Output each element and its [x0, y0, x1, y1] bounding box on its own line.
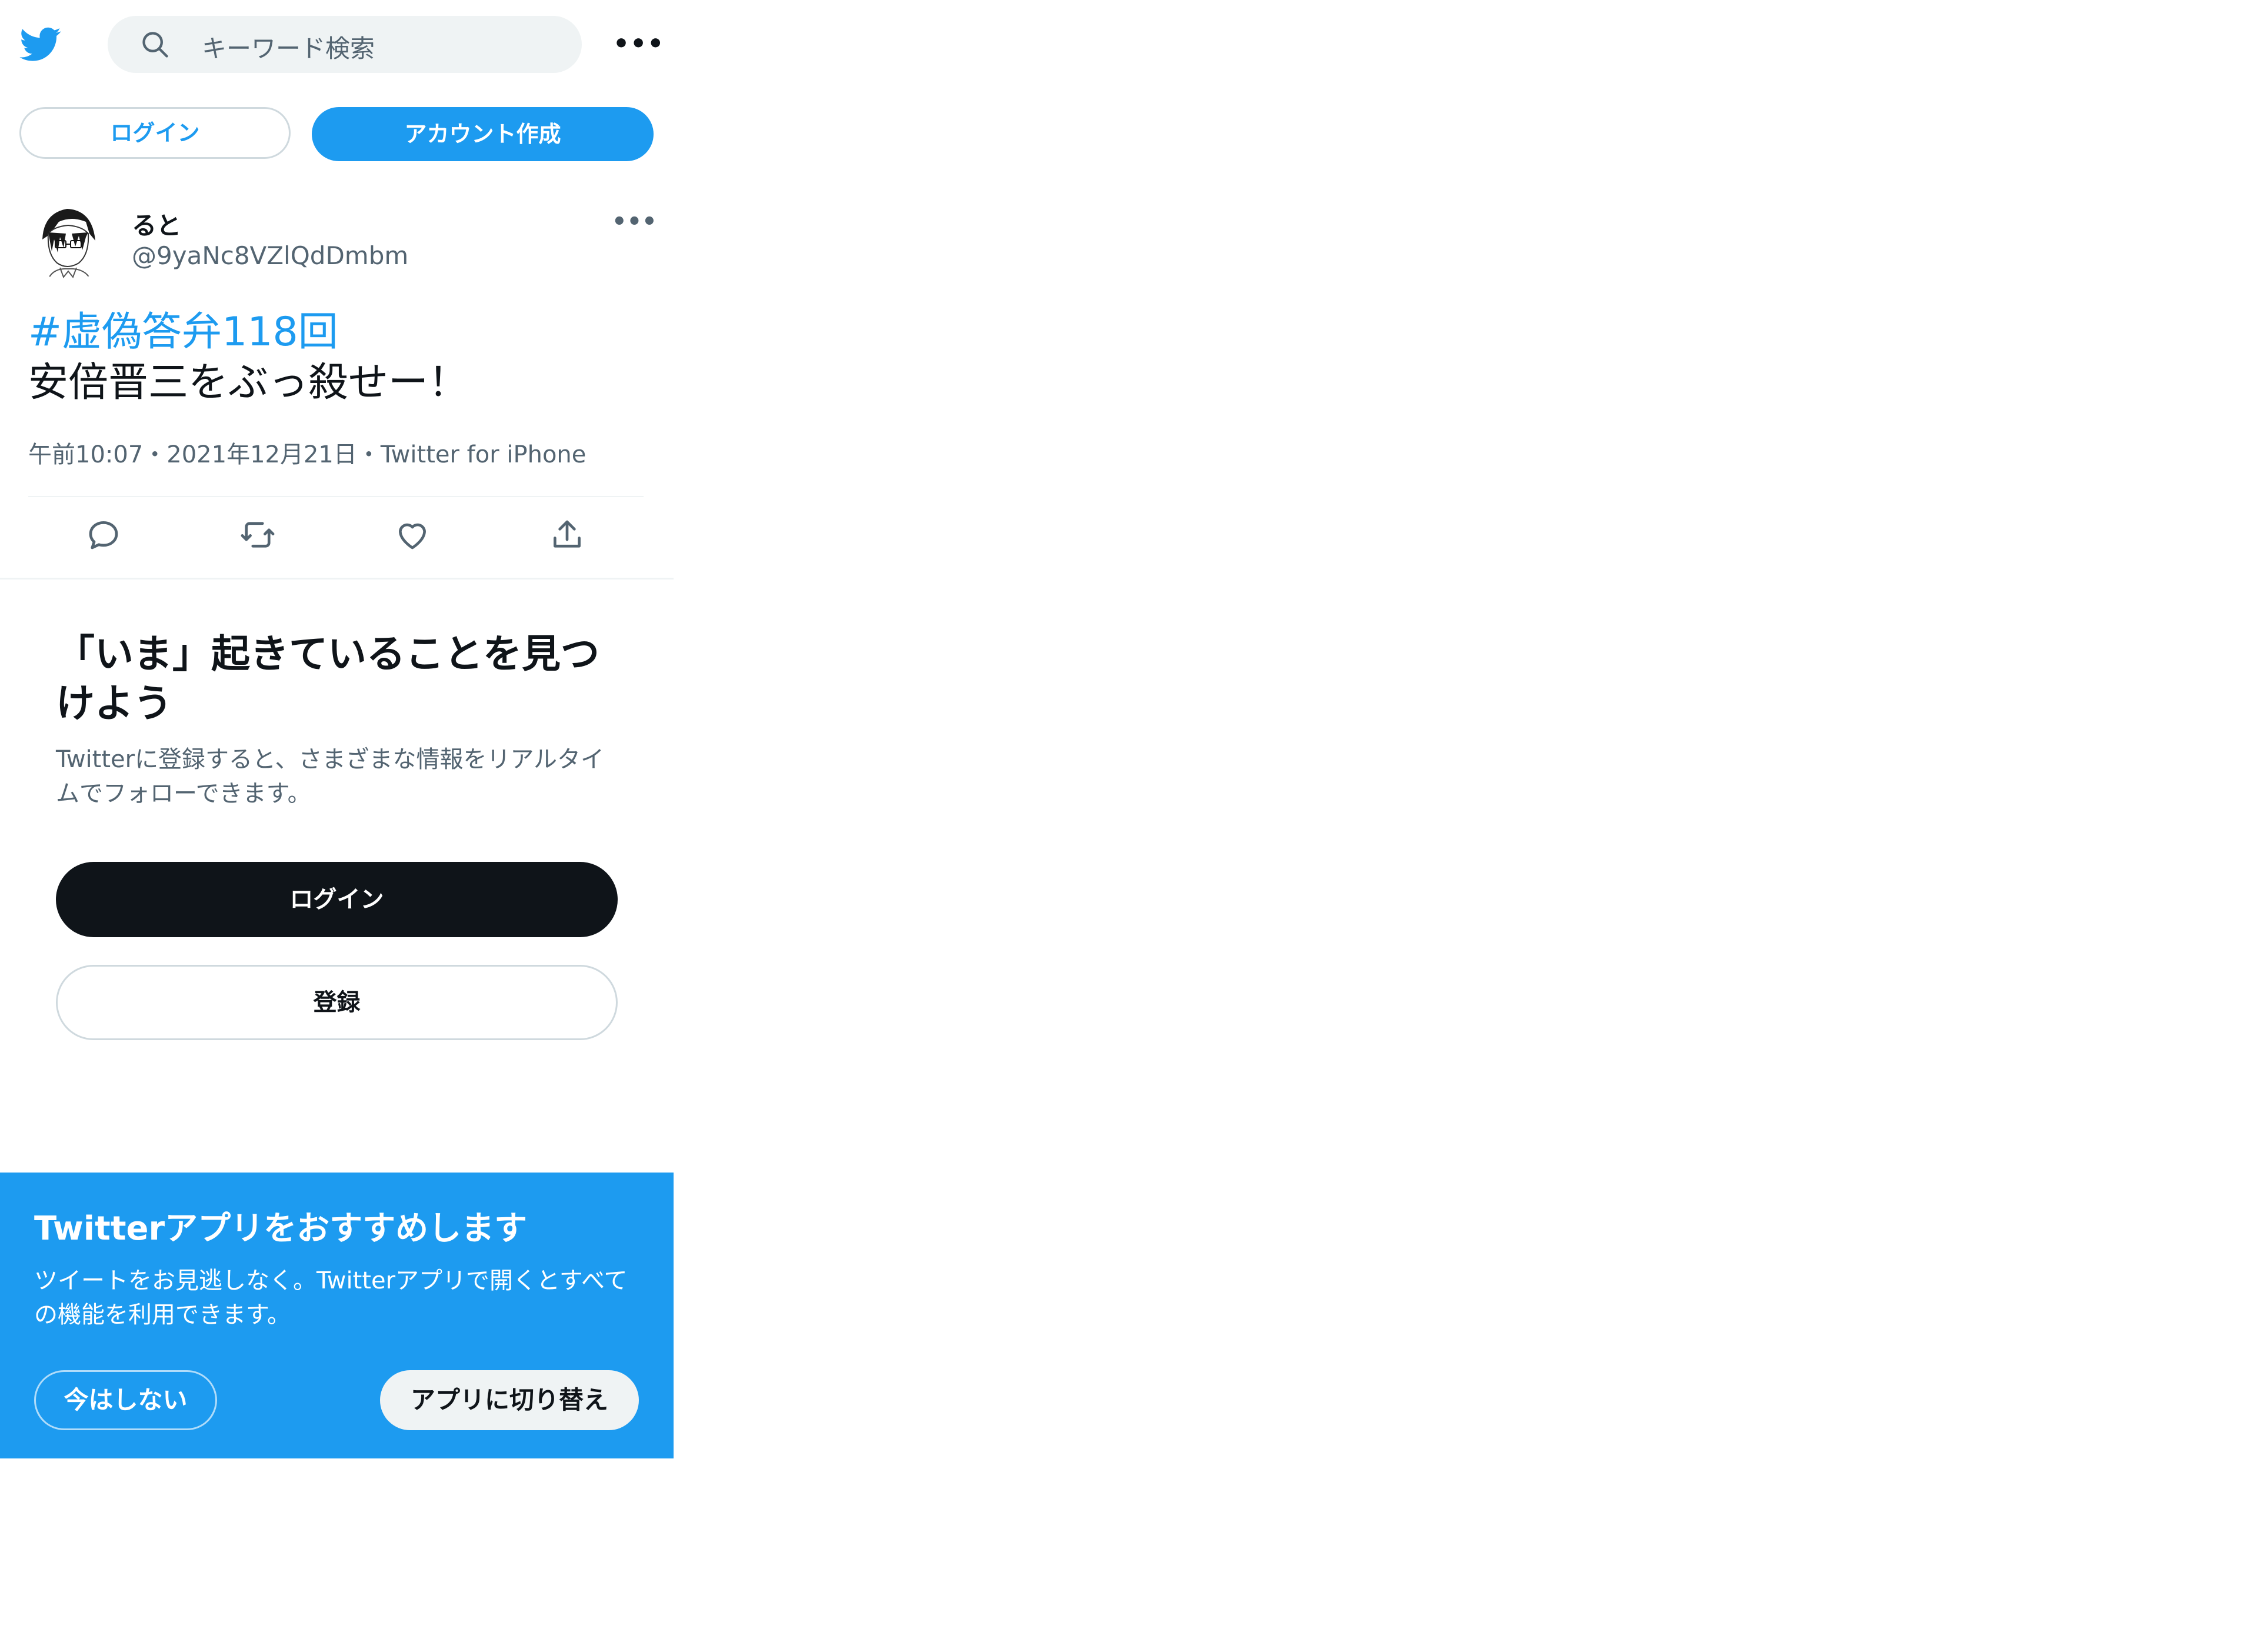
tweet-text: 安倍晋三をぶっ殺せー！ — [28, 359, 469, 406]
hashtag-link[interactable]: #虚偽答弁118回 — [28, 307, 468, 358]
register-button[interactable]: 登録 — [56, 965, 618, 1040]
search-icon — [140, 29, 171, 60]
divider — [0, 578, 674, 579]
tweet-actions — [28, 507, 644, 563]
avatar[interactable] — [31, 198, 107, 282]
switch-to-app-button[interactable]: アプリに切り替え — [380, 1370, 639, 1430]
tweet-body: #虚偽答弁118回 安倍晋三をぶっ殺せー！ — [28, 307, 468, 408]
tweet-meta[interactable]: 午前10:07・2021年12月21日・Twitter for iPhone — [28, 435, 586, 469]
reply-icon[interactable] — [84, 515, 123, 554]
retweet-icon[interactable] — [238, 515, 277, 554]
tweet-display-name[interactable]: ると — [132, 206, 181, 242]
search-input[interactable]: キーワード検索 — [202, 29, 375, 65]
login-button[interactable]: ログイン — [56, 862, 618, 937]
app-banner-title: Twitterアプリをおすすめします — [34, 1210, 528, 1248]
twitter-bird-icon[interactable] — [19, 24, 63, 65]
app-banner-text: ツイートをお見逃しなく。Twitterアプリで開くとすべての機能を利用できます。 — [34, 1267, 628, 1328]
not-now-button[interactable]: 今はしない — [34, 1370, 217, 1430]
like-icon[interactable] — [393, 515, 432, 554]
tweet-more-icon[interactable]: ••• — [612, 207, 657, 237]
login-button-top[interactable]: ログイン — [19, 107, 291, 159]
more-options-icon[interactable]: ••• — [613, 29, 664, 59]
create-account-button[interactable]: アカウント作成 — [312, 107, 654, 161]
search-bar[interactable]: キーワード検索 — [108, 16, 582, 73]
divider — [28, 496, 644, 497]
app-root: キーワード検索 ••• ログイン アカウント作成 ると @9yaNc8VZlQd… — [0, 0, 2266, 1652]
discover-title: 「いま」起きていることを見つけよう — [56, 631, 599, 726]
tweet-handle[interactable]: @9yaNc8VZlQdDmbm — [132, 241, 408, 270]
share-icon[interactable] — [548, 515, 587, 554]
discover-subtitle: Twitterに登録すると、さまざまな情報をリアルタイムでフォローできます。 — [56, 746, 605, 807]
app-banner: Twitterアプリをおすすめします ツイートをお見逃しなく。Twitterアプ… — [0, 1173, 674, 1458]
